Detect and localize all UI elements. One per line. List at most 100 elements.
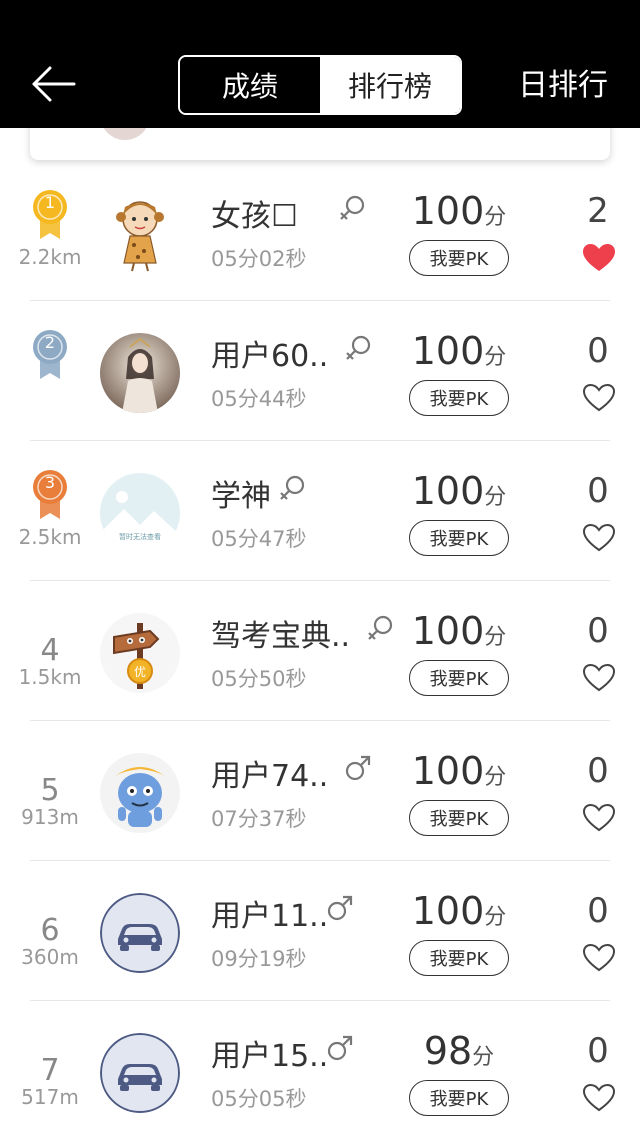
leaderboard-row[interactable]: 6 360m 用户11.. 09分19秒 100分 我要PK 0	[0, 861, 640, 1001]
completion-time: 05分02秒	[211, 247, 307, 271]
tab-leaderboard[interactable]: 排行榜	[320, 57, 460, 113]
avatar[interactable]: 暂时无法查看	[100, 473, 180, 553]
leaderboard-list: 1 2.2km 女孩☐ 05分02秒 100分 我要PK 2 2 用户60.. 05分44秒 100…	[0, 161, 640, 1136]
score-unit: 分	[484, 205, 507, 230]
leaderboard-row[interactable]: 2 用户60.. 05分44秒 100分我要PK 0	[0, 301, 640, 441]
avatar[interactable]: 优	[100, 613, 180, 693]
distance: 2.5km	[18, 525, 82, 549]
like-count: 0	[587, 331, 609, 371]
user-name: 学神	[211, 479, 271, 514]
leaderboard-row[interactable]: 5 913m 用户74.. 07分37秒 100分我要PK 0	[0, 721, 640, 861]
female-icon	[343, 333, 373, 363]
rank-column: 1 2.2km	[0, 161, 100, 301]
rank-column: 7 517m	[0, 1001, 100, 1136]
heart-filled-icon[interactable]	[582, 243, 616, 273]
like-count: 0	[587, 611, 609, 651]
completion-time: 05分44秒	[211, 387, 307, 411]
score-unit: 分	[484, 485, 507, 510]
male-icon	[325, 1033, 355, 1063]
score: 98分	[400, 1029, 518, 1073]
leaderboard-row[interactable]: 1 2.2km 女孩☐ 05分02秒 100分我要PK 2	[0, 161, 640, 301]
heart-outline-icon[interactable]	[582, 383, 616, 413]
male-icon	[325, 893, 355, 923]
like-count: 0	[587, 1031, 609, 1071]
pk-button[interactable]: 我要PK	[409, 940, 509, 976]
score: 100分	[400, 189, 518, 233]
user-name: 驾考宝典..	[211, 619, 351, 654]
completion-time: 05分50秒	[211, 667, 307, 691]
rank-column: 6 360m	[0, 861, 100, 1001]
completion-time: 05分47秒	[211, 527, 307, 551]
badge-caption: 优	[134, 665, 146, 679]
heart-outline-icon[interactable]	[582, 1083, 616, 1113]
user-name: 女孩☐	[211, 199, 298, 234]
pk-button[interactable]: 我要PK	[409, 520, 509, 556]
heart-outline-icon[interactable]	[582, 943, 616, 973]
distance: 517m	[21, 1085, 79, 1109]
bronze-medal-icon: 3	[32, 469, 68, 521]
medal-rank-number: 1	[44, 193, 56, 212]
heart-outline-icon[interactable]	[582, 663, 616, 693]
score-value: 98	[423, 1029, 473, 1073]
tab-score[interactable]: 成绩	[180, 57, 320, 113]
rank-column: 2	[0, 301, 100, 441]
avatar[interactable]	[100, 753, 180, 833]
medal-rank-number: 2	[44, 333, 56, 352]
score: 100分	[400, 749, 518, 793]
avatar[interactable]	[100, 193, 180, 273]
score: 100分	[400, 469, 518, 513]
female-icon	[365, 613, 395, 643]
placeholder-caption: 暂时无法查看	[119, 532, 161, 541]
pk-button[interactable]: 我要PK	[409, 380, 509, 416]
pk-button[interactable]: 我要PK	[409, 800, 509, 836]
user-name: 用户15..	[211, 1039, 329, 1074]
user-name: 用户60..	[211, 339, 329, 374]
avatar[interactable]	[100, 333, 180, 413]
heart-outline-icon[interactable]	[582, 803, 616, 833]
pk-button[interactable]: 我要PK	[409, 1080, 509, 1116]
completion-time: 07分37秒	[211, 807, 307, 831]
completion-time: 09分19秒	[211, 947, 307, 971]
like-count: 0	[587, 751, 609, 791]
leaderboard-row[interactable]: 7 517m 用户15.. 05分05秒 98分我要PK 0	[0, 1001, 640, 1136]
rank-number: 6	[40, 913, 60, 948]
heart-outline-icon[interactable]	[582, 523, 616, 553]
pk-button[interactable]: 我要PK	[409, 240, 509, 276]
like-count: 0	[587, 891, 609, 931]
daily-rank-button[interactable]: 日排行	[518, 62, 608, 110]
score-unit: 分	[484, 905, 507, 930]
score: 100分	[400, 329, 518, 373]
score-unit: 分	[472, 1045, 495, 1070]
distance: 2.2km	[18, 245, 82, 269]
completion-time: 05分05秒	[211, 1087, 307, 1111]
score-value: 100	[411, 889, 485, 933]
score-unit: 分	[484, 625, 507, 650]
avatar[interactable]	[100, 893, 180, 973]
gold-medal-icon: 1	[32, 189, 68, 241]
rank-number: 5	[40, 773, 60, 808]
rank-number: 7	[40, 1053, 60, 1088]
score-value: 100	[411, 749, 485, 793]
distance: 360m	[21, 945, 79, 969]
male-icon	[343, 753, 373, 783]
pk-button[interactable]: 我要PK	[409, 660, 509, 696]
like-count: 2	[587, 191, 609, 231]
leaderboard-row[interactable]: 4 1.5km 优 驾考宝典.. 05分50秒 100分我要PK 0	[0, 581, 640, 721]
female-icon	[277, 473, 307, 503]
leaderboard-row[interactable]: 3 2.5km 暂时无法查看 学神 05分47秒 100分我要PK 0	[0, 441, 640, 581]
avatar[interactable]	[100, 1033, 180, 1113]
medal-rank-number: 3	[44, 473, 56, 492]
rank-number: 4	[40, 633, 60, 668]
user-name: 用户74..	[211, 759, 329, 794]
score: 100分	[400, 609, 518, 653]
distance: 1.5km	[18, 665, 82, 689]
score-value: 100	[411, 469, 485, 513]
rank-column: 5 913m	[0, 721, 100, 861]
score-value: 100	[411, 609, 485, 653]
segmented-control: 成绩 排行榜	[178, 55, 462, 115]
score-unit: 分	[484, 345, 507, 370]
back-arrow-icon[interactable]	[28, 62, 80, 106]
score-value: 100	[411, 189, 485, 233]
like-count: 0	[587, 471, 609, 511]
silver-medal-icon: 2	[32, 329, 68, 381]
